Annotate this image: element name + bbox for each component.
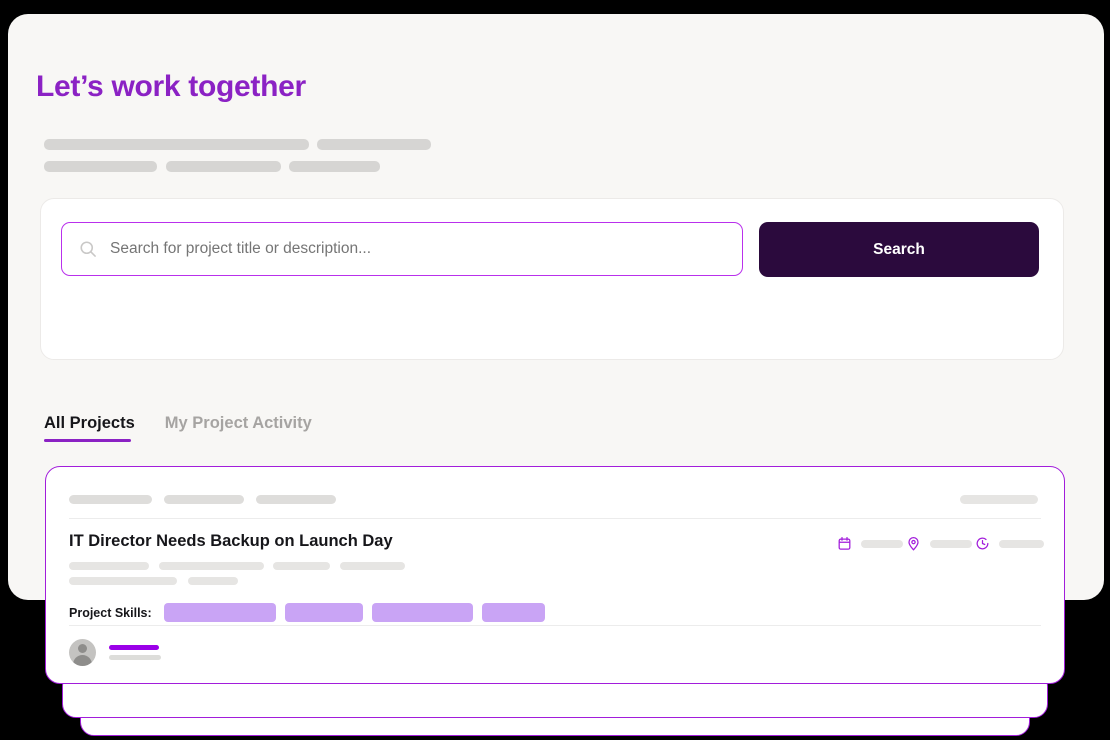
skeleton-line [289,161,380,172]
skill-chip[interactable] [284,603,363,622]
avatar [69,639,96,666]
skeleton-line [69,562,149,570]
search-input[interactable] [108,239,672,259]
skeleton-line [340,562,405,570]
skeleton-line [188,577,238,585]
skill-chip[interactable] [371,603,473,622]
skeleton-line [166,161,281,172]
skill-chip[interactable] [163,603,276,622]
calendar-icon [838,536,851,550]
skeleton-line [69,495,152,504]
avatar-body [73,655,92,666]
skeleton-line [256,495,336,504]
tab-all-projects[interactable]: All Projects [44,414,135,442]
search-field-wrapper[interactable] [61,222,743,276]
page-title: Let’s work together [36,70,306,103]
project-meta-duration [975,536,1044,551]
meta-value-skeleton [930,539,972,548]
clock-icon [976,537,989,550]
project-meta-date [837,536,903,551]
project-skills-row: Project Skills: [69,603,545,622]
screen: Let’s work together Search for project t… [0,0,1110,740]
avatar-head [78,644,87,653]
skeleton-line [273,562,330,570]
project-owner[interactable] [69,639,161,666]
project-skills-label: Project Skills: [69,605,152,620]
owner-name-skeleton [109,645,159,650]
skeleton-line [44,161,157,172]
search-button[interactable]: Search [759,222,1039,277]
project-meta-location [906,536,972,551]
location-pin-icon [908,537,919,551]
card-divider-bottom [69,625,1041,626]
skeleton-line [317,139,431,150]
skeleton-line [69,577,177,585]
search-panel: Search [40,198,1064,506]
skeleton-line [960,495,1038,504]
skeleton-line [159,562,264,570]
project-card[interactable]: IT Director Needs Backup on Launch Day P… [45,466,1065,684]
skeleton-line [164,495,244,504]
meta-value-skeleton [999,539,1044,548]
meta-value-skeleton [861,539,903,548]
owner-subtitle-skeleton [109,655,161,660]
skill-chip[interactable] [481,603,545,622]
project-tabs: All Projects My Project Activity [44,414,312,442]
search-icon [80,241,96,257]
skeleton-line [44,139,309,150]
project-title: IT Director Needs Backup on Launch Day [69,532,393,550]
owner-text-skeletons [109,645,161,660]
tab-my-project-activity[interactable]: My Project Activity [165,414,312,442]
card-divider-top [69,518,1041,519]
